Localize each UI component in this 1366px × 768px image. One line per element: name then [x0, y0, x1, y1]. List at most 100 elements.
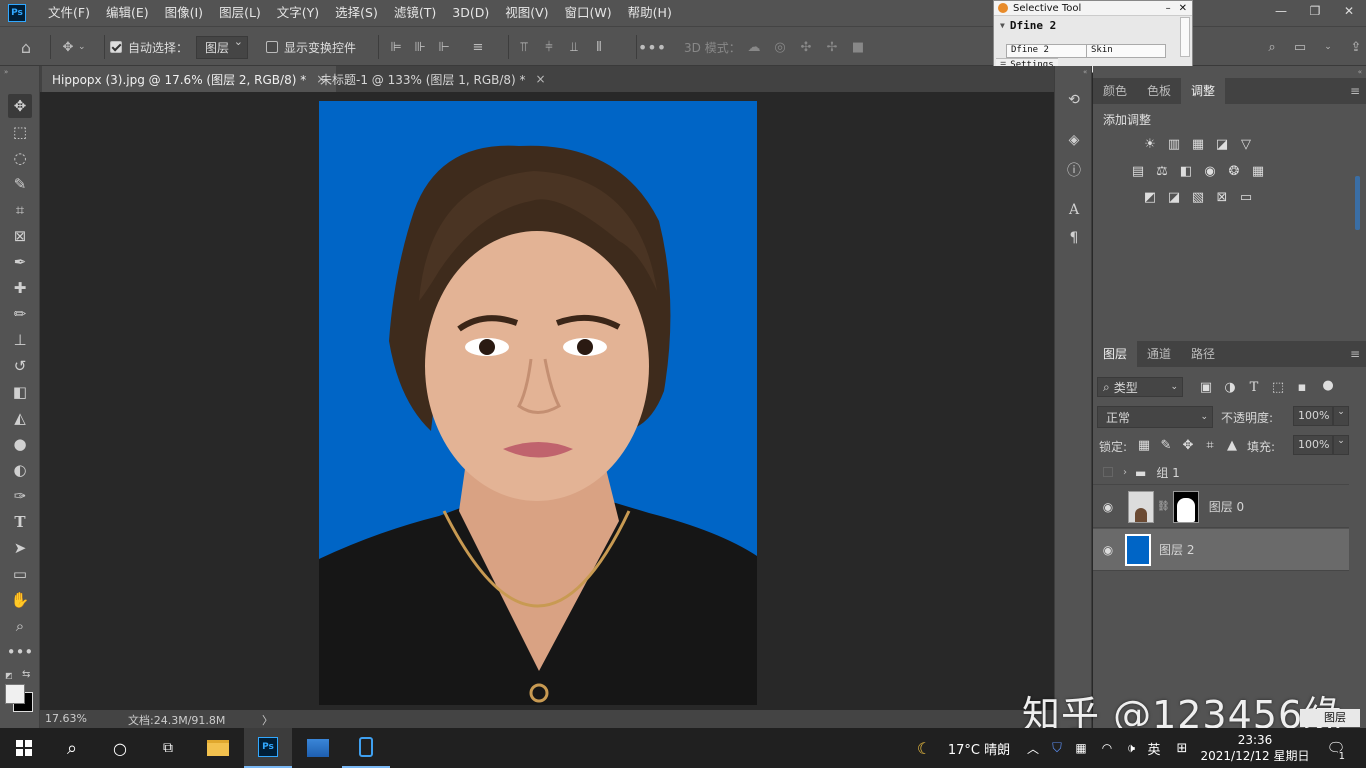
- layer-row-layer-0[interactable]: ◉ ⛓ 图层 0: [1093, 486, 1349, 528]
- more-options-icon[interactable]: •••: [638, 27, 666, 67]
- filter-pixel-icon[interactable]: ▣: [1197, 379, 1215, 395]
- brightness-icon[interactable]: ☀: [1141, 136, 1159, 152]
- menu-3d[interactable]: 3D(D): [444, 0, 497, 26]
- marquee-tool-icon[interactable]: ⬚: [8, 120, 32, 144]
- dodge-tool-icon[interactable]: ◐: [8, 458, 32, 482]
- character-panel-icon[interactable]: A: [1064, 200, 1084, 220]
- lock-all-icon[interactable]: ▲: [1223, 437, 1241, 453]
- network-icon[interactable]: ▦: [1070, 728, 1092, 768]
- paint-bucket-tool-icon[interactable]: ◭: [8, 406, 32, 430]
- clock[interactable]: 23:36 2021/12/12 星期日: [1200, 728, 1310, 768]
- black-white-icon[interactable]: ◧: [1177, 163, 1195, 179]
- menu-file[interactable]: 文件(F): [40, 0, 98, 26]
- more-tools-icon[interactable]: •••: [7, 640, 34, 664]
- scrollbar[interactable]: [1355, 176, 1360, 230]
- align-top-icon[interactable]: ⫪: [514, 37, 534, 57]
- minimize-icon[interactable]: —: [1264, 0, 1298, 22]
- filter-toggle-icon[interactable]: ●: [1319, 377, 1337, 393]
- chevron-right-icon[interactable]: ›: [1123, 467, 1127, 478]
- menu-filter[interactable]: 滤镜(T): [386, 0, 444, 26]
- status-menu-icon[interactable]: 〉: [262, 712, 273, 728]
- hand-tool-icon[interactable]: ✋: [8, 588, 32, 612]
- vibrance-icon[interactable]: ▽: [1237, 136, 1255, 152]
- menu-select[interactable]: 选择(S): [327, 0, 386, 26]
- exposure-icon[interactable]: ◪: [1213, 136, 1231, 152]
- chevron-down-icon[interactable]: ⌄: [1333, 406, 1349, 426]
- close-tab-icon[interactable]: ×: [536, 72, 546, 86]
- lock-position-icon[interactable]: ✥: [1179, 437, 1197, 453]
- lock-image-icon[interactable]: ✎: [1157, 437, 1175, 453]
- filter-smart-icon[interactable]: ▪: [1293, 379, 1311, 395]
- info-panel-icon[interactable]: ⓘ: [1064, 160, 1084, 180]
- eye-icon[interactable]: ◉: [1093, 543, 1123, 557]
- quick-select-tool-icon[interactable]: ✎: [8, 172, 32, 196]
- layer-filter-dropdown[interactable]: ⌕ 类型 ⌄: [1097, 377, 1183, 397]
- panel-menu-icon[interactable]: ≡: [1350, 78, 1360, 104]
- frame-tool-icon[interactable]: ⊠: [8, 224, 32, 248]
- auto-select-checkbox[interactable]: 自动选择：: [110, 27, 188, 67]
- menu-type[interactable]: 文字(Y): [269, 0, 327, 26]
- pen-tool-icon[interactable]: ✑: [8, 484, 32, 508]
- photo-filter-icon[interactable]: ◉: [1201, 163, 1219, 179]
- history-panel-icon[interactable]: ⟲: [1064, 90, 1084, 110]
- paragraph-panel-icon[interactable]: ¶: [1064, 228, 1084, 248]
- minimize-icon[interactable]: –: [1166, 3, 1171, 14]
- filter-adjust-icon[interactable]: ◑: [1221, 379, 1239, 395]
- menu-image[interactable]: 图像(I): [157, 0, 211, 26]
- channel-mixer-icon[interactable]: ❂: [1225, 163, 1243, 179]
- align-vcenter-icon[interactable]: ⫩: [539, 37, 559, 57]
- checkbox-unchecked-icon[interactable]: [266, 41, 278, 53]
- tab-untitled[interactable]: 未标题-1 @ 133% (图层 1, RGB/8) * ×: [310, 66, 556, 92]
- blur-tool-icon[interactable]: ●: [8, 432, 32, 456]
- skin-button[interactable]: Skin: [1087, 45, 1113, 57]
- hue-sat-icon[interactable]: ▤: [1129, 163, 1147, 179]
- history-brush-tool-icon[interactable]: ↺: [8, 354, 32, 378]
- shield-icon[interactable]: ⛉: [1046, 728, 1068, 768]
- search-icon[interactable]: ⌕: [48, 728, 96, 768]
- visibility-toggle-off[interactable]: [1093, 466, 1123, 480]
- layer-comps-icon[interactable]: ◈: [1064, 130, 1084, 150]
- collapse-triangle-icon[interactable]: ▼: [1000, 21, 1005, 30]
- workspace-icon[interactable]: ▭: [1290, 37, 1310, 57]
- tab-hippopx[interactable]: Hippopx (3).jpg @ 17.6% (图层 2, RGB/8) * …: [42, 66, 337, 92]
- windows-start-icon[interactable]: [0, 728, 48, 768]
- distribute-icon[interactable]: ≡: [468, 37, 488, 57]
- task-view-icon[interactable]: ⧉: [144, 728, 192, 768]
- brush-tool-icon[interactable]: ✏: [8, 302, 32, 326]
- move-tool-icon[interactable]: ✥: [8, 94, 32, 118]
- zoom-level[interactable]: 17.63%: [45, 712, 87, 725]
- home-icon[interactable]: ⌂: [16, 27, 36, 67]
- phone-app-icon[interactable]: [342, 728, 390, 768]
- menu-layer[interactable]: 图层(L): [211, 0, 269, 26]
- menu-help[interactable]: 帮助(H): [620, 0, 680, 26]
- layer-row-layer-2[interactable]: ◉ 图层 2: [1093, 529, 1349, 571]
- align-hcenter-icon[interactable]: ⊪: [410, 37, 430, 57]
- path-select-tool-icon[interactable]: ➤: [8, 536, 32, 560]
- expand-icon[interactable]: »: [4, 68, 8, 76]
- restore-icon[interactable]: ❐: [1298, 0, 1332, 22]
- cortana-icon[interactable]: ○: [96, 728, 144, 768]
- align-bottom-icon[interactable]: ⫫: [564, 37, 584, 57]
- link-icon[interactable]: ⛓: [1157, 501, 1170, 512]
- zoom-tool-icon[interactable]: ⌕: [8, 614, 32, 638]
- keyboard-layout-icon[interactable]: ⊞: [1170, 728, 1194, 768]
- search-icon[interactable]: ⌕: [1262, 37, 1282, 57]
- fill-input[interactable]: 100%: [1293, 435, 1333, 455]
- tab-adjustments[interactable]: 调整: [1181, 78, 1226, 104]
- filter-shape-icon[interactable]: ⬚: [1269, 379, 1287, 395]
- camera-3d-icon[interactable]: ■: [848, 37, 868, 57]
- chevron-down-icon[interactable]: ⌄: [1333, 435, 1349, 455]
- notification-icon[interactable]: 🗨 1: [1316, 728, 1356, 768]
- rectangle-tool-icon[interactable]: ▭: [8, 562, 32, 586]
- photos-app-icon[interactable]: [294, 728, 342, 768]
- eye-icon[interactable]: ◉: [1093, 500, 1123, 514]
- lock-transparent-icon[interactable]: ▦: [1135, 437, 1153, 453]
- eyedropper-tool-icon[interactable]: ✒: [8, 250, 32, 274]
- auto-select-dropdown[interactable]: 图层: [196, 27, 249, 67]
- posterize-icon[interactable]: ◪: [1165, 189, 1183, 205]
- show-transform-checkbox[interactable]: 显示变换控件: [266, 27, 356, 67]
- swap-colors-icon[interactable]: ⇆: [22, 669, 30, 680]
- opacity-input[interactable]: 100%: [1293, 406, 1333, 426]
- default-colors-icon[interactable]: ◩: [5, 671, 13, 680]
- curves-icon[interactable]: ▦: [1189, 136, 1207, 152]
